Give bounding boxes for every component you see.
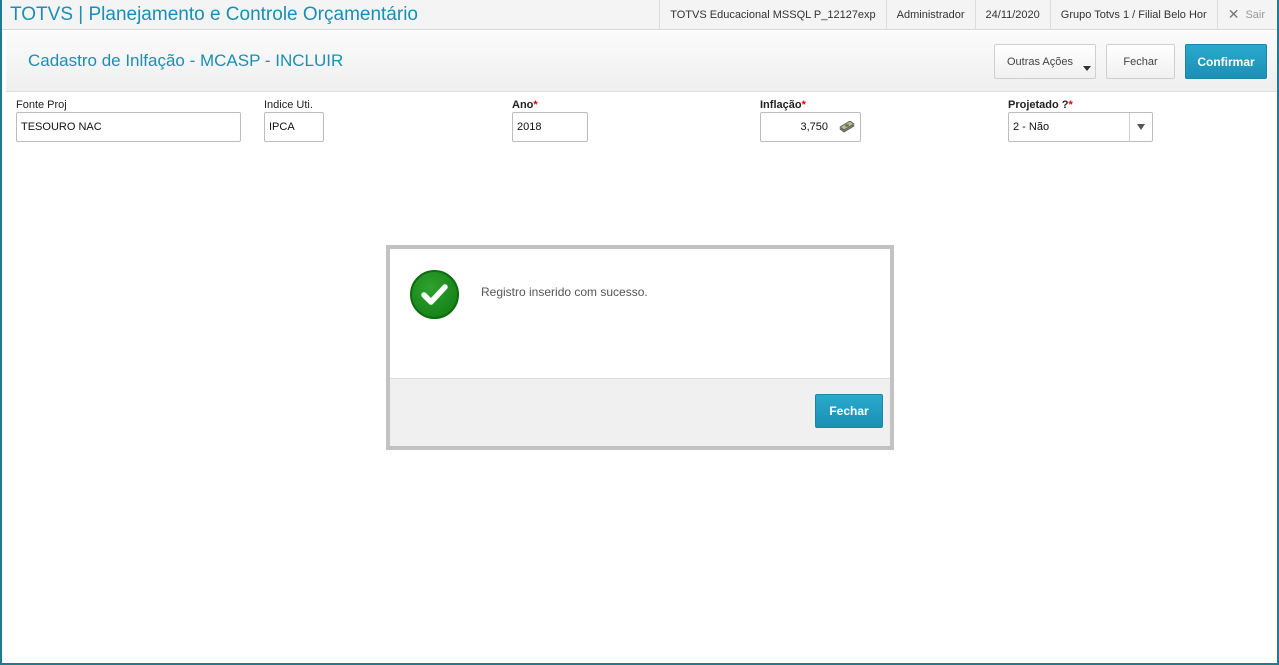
fonte-proj-input[interactable]: TESOURO NAC — [16, 112, 241, 142]
dialog-close-button[interactable]: Fechar — [815, 394, 883, 428]
other-actions-label: Outras Ações — [1006, 55, 1074, 68]
indice-uti-field: Indice Uti. IPCA — [264, 98, 324, 142]
branch-info: Grupo Totvs 1 / Filial Belo Hor — [1049, 0, 1217, 30]
required-mark: * — [533, 99, 538, 111]
ano-label-text: Ano — [512, 99, 534, 111]
ano-label: Ano* — [512, 98, 588, 112]
page-title: Cadastro de Inlfação - MCASP - INCLUIR — [28, 51, 344, 70]
confirm-button[interactable]: Confirmar — [1185, 44, 1267, 79]
fonte-proj-field: Fonte Proj TESOURO NAC — [16, 98, 241, 142]
projetado-label-text: Projetado ? — [1008, 99, 1069, 111]
required-mark: * — [801, 99, 806, 111]
exit-label: Sair — [1245, 8, 1265, 21]
app-title: TOTVS | Planejamento e Controle Orçament… — [10, 3, 418, 25]
ano-input[interactable]: 2018 — [512, 112, 588, 142]
session-info: TOTVS Educacional MSSQL P_12127exp Admin… — [659, 0, 1277, 30]
close-icon: ✕ — [1227, 6, 1240, 22]
top-bar: TOTVS | Planejamento e Controle Orçament… — [2, 0, 1277, 30]
projetado-field: Projetado ?* 2 - Não — [1008, 98, 1153, 142]
fonte-proj-label: Fonte Proj — [16, 99, 67, 111]
inflacao-label-text: Inflação — [760, 99, 802, 111]
dialog-footer: Fechar — [390, 378, 890, 446]
inflacao-label: Inflação* — [760, 98, 861, 112]
success-dialog: Registro inserido com sucesso. Fechar — [386, 245, 894, 450]
other-actions-button[interactable]: Outras Ações — [994, 44, 1096, 79]
database-info: TOTVS Educacional MSSQL P_12127exp — [659, 0, 885, 30]
inflacao-input[interactable]: 3,750 — [760, 112, 861, 142]
inflacao-field: Inflação* 3,750 — [760, 98, 861, 142]
required-mark: * — [1068, 99, 1073, 111]
projetado-label: Projetado ?* — [1008, 98, 1153, 112]
indice-uti-label: Indice Uti. — [264, 99, 313, 111]
success-check-icon — [410, 270, 459, 319]
projetado-value: 2 - Não — [1013, 121, 1050, 133]
date-info: 24/11/2020 — [974, 0, 1050, 30]
close-button[interactable]: Fechar — [1106, 44, 1175, 79]
page-header: Cadastro de Inlfação - MCASP - INCLUIR O… — [6, 31, 1277, 92]
chevron-down-icon[interactable] — [1129, 113, 1152, 141]
exit-button[interactable]: ✕ Sair — [1216, 0, 1277, 30]
money-icon[interactable] — [838, 121, 856, 133]
projetado-select[interactable]: 2 - Não — [1008, 112, 1153, 142]
ano-field: Ano* 2018 — [512, 98, 588, 142]
indice-uti-input[interactable]: IPCA — [264, 112, 324, 142]
caret-down-icon — [1083, 66, 1091, 71]
user-info: Administrador — [885, 0, 975, 30]
inflacao-value: 3,750 — [800, 121, 828, 133]
dialog-body: Registro inserido com sucesso. — [390, 249, 890, 378]
dialog-message: Registro inserido com sucesso. — [481, 285, 648, 299]
